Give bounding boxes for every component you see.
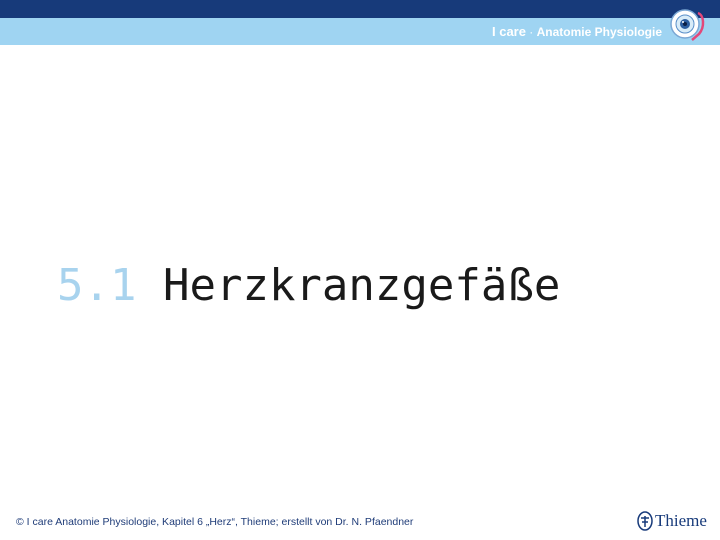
thieme-logo: Thieme bbox=[637, 510, 707, 532]
header-top-bar bbox=[0, 0, 720, 18]
section-number: 5.1 bbox=[57, 260, 137, 311]
brand-secondary: Anatomie Physiologie bbox=[536, 25, 662, 39]
publisher-name: Thieme bbox=[655, 511, 707, 530]
brand-primary: I care bbox=[491, 24, 526, 39]
section-title: Herzkranzgefäße bbox=[162, 260, 561, 311]
brand-separator: · bbox=[525, 25, 537, 39]
header-brand: I care · Anatomie Physiologie bbox=[492, 24, 662, 40]
slide-title: 5.1 Herzkranzgefäße bbox=[57, 258, 560, 314]
footer-copyright: © I care Anatomie Physiologie, Kapitel 6… bbox=[16, 516, 414, 528]
eye-heart-badge-icon bbox=[668, 7, 706, 45]
thieme-logo-icon bbox=[637, 511, 653, 531]
